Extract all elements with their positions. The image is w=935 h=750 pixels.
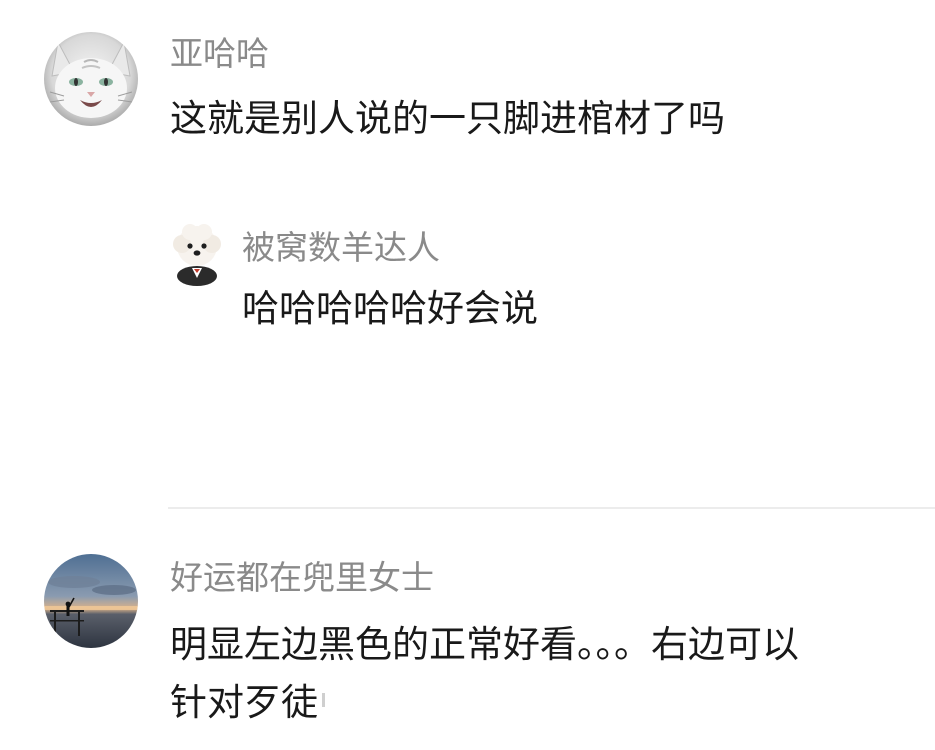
comment-divider bbox=[168, 507, 935, 509]
white-dog-in-suit-avatar[interactable] bbox=[170, 222, 224, 286]
white-cat-avatar[interactable] bbox=[44, 32, 138, 126]
reply-username[interactable]: 被窝数羊达人 bbox=[242, 228, 440, 268]
reply-text: 哈哈哈哈哈好会说 bbox=[242, 287, 538, 330]
comment-text: 针对歹徒 bbox=[170, 674, 325, 732]
comment-item: 好运都在兜里女士 明显左边黑色的正常好看。。。右边可以 针对歹徒 bbox=[0, 540, 935, 750]
comment-text-line-1: 明显左边黑色的正常好看。。。右边可以 bbox=[170, 623, 799, 666]
comment-text: 这就是别人说的一只脚进棺材了吗 bbox=[170, 97, 725, 140]
comment-username[interactable]: 好运都在兜里女士 bbox=[170, 558, 434, 598]
comment-item: 亚哈哈 这就是别人说的一只脚进棺材了吗 bbox=[0, 0, 935, 200]
comment-text-line-2: 针对歹徒 bbox=[170, 681, 318, 724]
comment-text: 明显左边黑色的正常好看。。。右边可以 bbox=[170, 616, 799, 674]
cat-icon bbox=[44, 32, 138, 126]
sunset-pier-avatar[interactable] bbox=[44, 554, 138, 648]
text-end-mark bbox=[322, 693, 325, 707]
dog-icon bbox=[173, 224, 221, 286]
comment-username[interactable]: 亚哈哈 bbox=[170, 34, 269, 74]
sunset-photo-icon bbox=[44, 554, 138, 648]
reply-item: 被窝数羊达人 哈哈哈哈哈好会说 bbox=[0, 200, 935, 340]
